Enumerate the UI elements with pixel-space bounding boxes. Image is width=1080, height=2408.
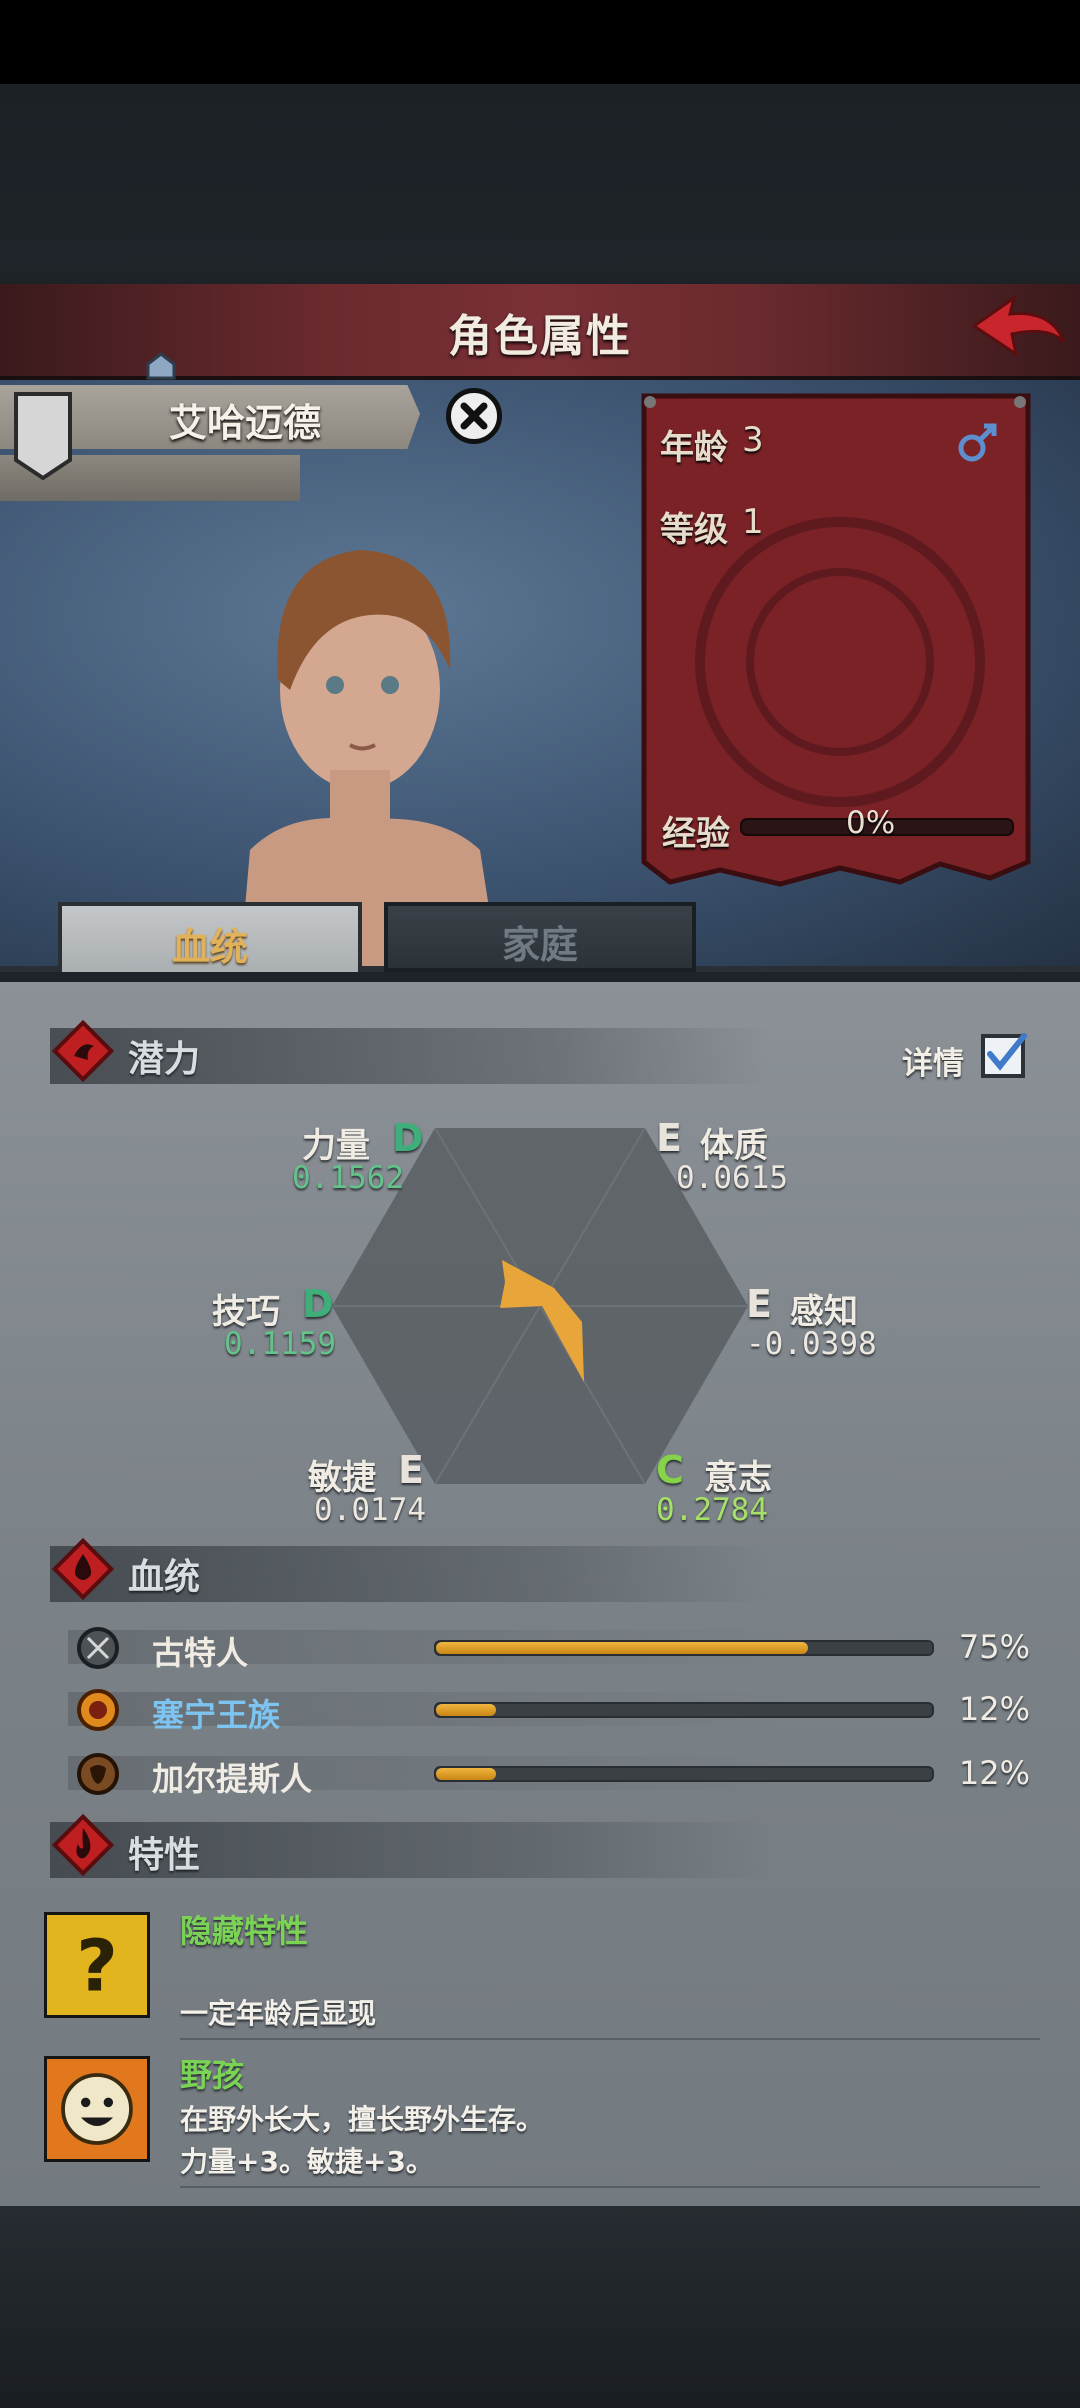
stat-strength-grade: D <box>392 1116 424 1160</box>
trait-divider <box>180 2038 1040 2040</box>
trait-divider <box>180 2186 1040 2188</box>
question-mark-icon[interactable]: ? <box>44 1912 150 2018</box>
tab-family[interactable]: 家庭 <box>384 902 696 972</box>
lineage-name: 加尔提斯人 <box>152 1760 313 1798</box>
lineage-bar-fill <box>436 1704 496 1716</box>
blood-drop-icon <box>52 1538 114 1600</box>
lineage-bar <box>434 1702 934 1718</box>
ram-head-icon <box>77 1753 119 1795</box>
crossed-axes-icon <box>77 1627 119 1669</box>
trait-name: 野孩 <box>180 2056 245 2094</box>
lineage-name: 古特人 <box>152 1634 249 1672</box>
stat-constitution-value: 0.0615 <box>676 1160 788 1196</box>
character-portrait <box>240 550 498 966</box>
traits-title: 特性 <box>128 1835 201 1876</box>
lineage-bar-fill <box>436 1642 808 1654</box>
tab-bloodline-label: 血统 <box>171 925 248 969</box>
level-label: 等级 <box>660 510 728 550</box>
details-label: 详情 <box>902 1046 964 1082</box>
trait-description: 在野外长大，擅长野外生存。 <box>180 2103 545 2136</box>
lineage-bar-fill <box>436 1768 496 1780</box>
tab-family-label: 家庭 <box>501 923 578 967</box>
close-icon <box>460 402 488 430</box>
stat-agility-value: 0.0174 <box>314 1492 426 1528</box>
close-button[interactable] <box>446 388 502 444</box>
xp-value: 0% <box>846 805 896 841</box>
stat-agility-grade: E <box>398 1448 424 1492</box>
lineage-percent: 12% <box>958 1690 1030 1728</box>
smiling-face-icon[interactable] <box>44 2056 150 2162</box>
back-button[interactable] <box>968 292 1068 364</box>
potential-icon <box>52 1020 114 1082</box>
character-name: 艾哈迈德 <box>168 401 321 445</box>
flame-icon <box>52 1814 114 1876</box>
stat-constitution-grade: E <box>656 1116 682 1160</box>
level-value: 1 <box>742 502 764 542</box>
trait-effect: 力量+3。敏捷+3。 <box>180 2145 434 2178</box>
male-icon <box>958 423 997 462</box>
bottom-area <box>0 2206 1080 2408</box>
shield-icon <box>14 392 72 481</box>
lineage-bar <box>434 1640 934 1656</box>
stat-will-grade: C <box>656 1448 684 1492</box>
age-label: 年龄 <box>660 428 728 468</box>
stat-skill-grade: D <box>302 1282 334 1326</box>
trait-description: 一定年龄后显现 <box>180 1997 377 2030</box>
stat-perception-value: -0.0398 <box>746 1326 877 1362</box>
stat-will-value: 0.2784 <box>656 1492 768 1528</box>
lineage-percent: 12% <box>958 1754 1030 1792</box>
stat-skill-value: 0.1159 <box>224 1326 336 1362</box>
potential-title: 潜力 <box>128 1039 201 1080</box>
back-arrow-icon <box>971 294 1066 358</box>
lineage-percent: 75% <box>958 1628 1030 1666</box>
lineage-bar <box>434 1766 934 1782</box>
age-value: 3 <box>742 420 764 460</box>
details-checkbox[interactable] <box>980 1030 1028 1078</box>
tab-bloodline[interactable]: 血统 <box>58 902 362 982</box>
status-bar <box>0 0 1080 84</box>
bloodline-title: 血统 <box>128 1557 201 1598</box>
lineage-name: 塞宁王族 <box>152 1696 281 1734</box>
stat-strength-value: 0.1562 <box>292 1160 404 1196</box>
rank-icon <box>146 352 176 380</box>
stat-perception-grade: E <box>746 1282 772 1326</box>
xp-label: 经验 <box>662 814 730 854</box>
sun-crest-icon <box>77 1689 119 1731</box>
trait-name: 隐藏特性 <box>180 1912 309 1950</box>
svg-text:?: ? <box>76 1923 118 2007</box>
